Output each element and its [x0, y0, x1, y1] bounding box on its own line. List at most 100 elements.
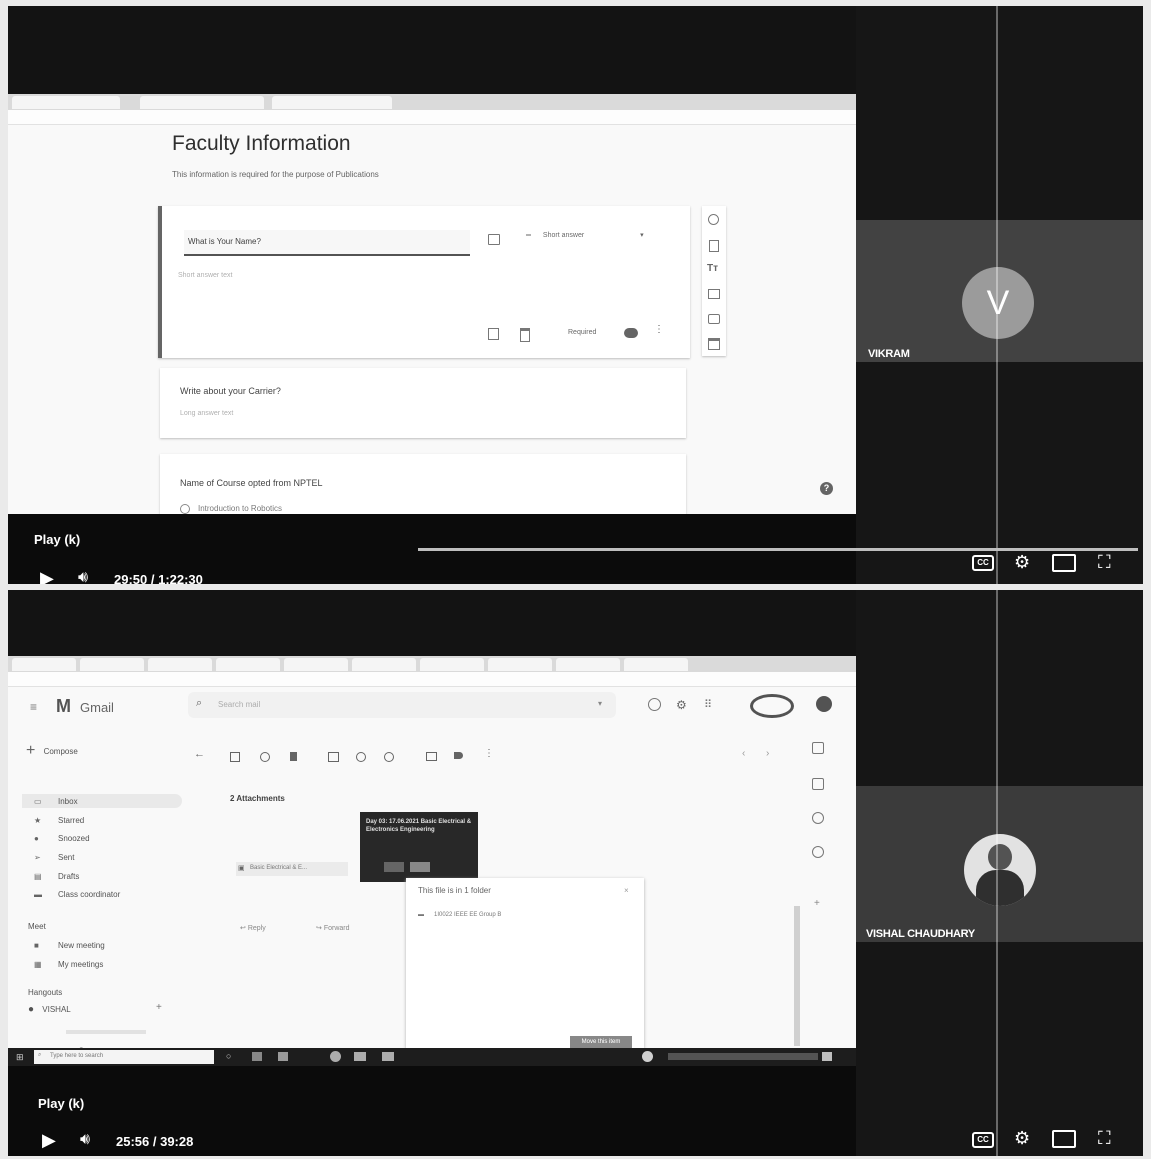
report-spam-icon[interactable]	[260, 752, 270, 762]
my-meetings-link[interactable]: ▦ My meetings	[34, 960, 103, 969]
gear-icon[interactable]: ⚙	[676, 698, 687, 712]
search-bar[interactable]: ⌕ Search mail ▾	[188, 692, 616, 718]
sidebar-item-sent[interactable]: ➢ Sent	[34, 853, 74, 862]
archive-icon[interactable]	[230, 752, 240, 762]
browser-tab[interactable]	[12, 658, 76, 671]
browser-tab[interactable]	[556, 658, 620, 671]
browser-tab-forms[interactable]	[140, 96, 264, 109]
play-icon[interactable]: ▶	[40, 568, 54, 584]
windows-start-icon[interactable]: ⊞	[16, 1052, 24, 1063]
account-logo[interactable]	[750, 694, 794, 718]
url-field[interactable]	[68, 674, 488, 684]
help-icon[interactable]: ?	[820, 482, 833, 495]
taskbar-app-icon[interactable]	[278, 1052, 288, 1061]
tasks-icon[interactable]	[812, 812, 824, 824]
keep-icon[interactable]	[812, 778, 824, 790]
add-image-icon[interactable]	[708, 289, 720, 299]
sidebar-item-snoozed[interactable]: ● Snoozed	[34, 834, 90, 843]
scrollbar[interactable]	[794, 906, 800, 1046]
play-icon[interactable]: ▶	[42, 1130, 56, 1150]
avatar[interactable]	[816, 696, 832, 712]
folder-item[interactable]: ▬ 1I0022 IEEE EE Group B	[418, 912, 501, 918]
add-section-icon[interactable]	[708, 338, 720, 350]
url-field[interactable]	[78, 112, 498, 122]
attachment-chip[interactable]: ▣ Basic Electrical & E...	[236, 862, 348, 876]
trash-icon[interactable]	[520, 328, 530, 342]
close-icon[interactable]: ×	[624, 886, 629, 895]
browser-tab[interactable]	[284, 658, 348, 671]
required-toggle[interactable]	[624, 328, 638, 338]
contacts-icon[interactable]	[812, 846, 824, 858]
sidebar-item-starred[interactable]: ★ Starred	[34, 816, 84, 825]
miniplayer-icon[interactable]	[1052, 554, 1076, 572]
calendar-icon[interactable]	[812, 742, 824, 754]
tray-icon[interactable]	[642, 1051, 653, 1062]
radio-option[interactable]: Introduction to Robotics	[180, 504, 282, 514]
volume-icon[interactable]: 🔊︎	[78, 568, 88, 584]
captions-icon[interactable]: CC	[972, 555, 994, 571]
question-title-field[interactable]: What is Your Name?	[184, 230, 470, 256]
add-video-icon[interactable]	[708, 314, 720, 324]
taskbar-app-icon[interactable]	[354, 1052, 366, 1061]
older-icon[interactable]: ‹	[742, 748, 745, 759]
browser-tab[interactable]	[352, 658, 416, 671]
label-as-icon[interactable]	[454, 752, 463, 759]
hangouts-user[interactable]: ● VISHAL	[28, 1004, 71, 1015]
question-card-active[interactable]: What is Your Name? ═ Short answer ▾ Shor…	[158, 206, 690, 358]
search-options-icon[interactable]: ▾	[598, 699, 602, 708]
question-card[interactable]: Write about your Carrier? Long answer te…	[160, 368, 686, 438]
add-contact-icon[interactable]: +	[156, 1002, 162, 1013]
more-vert-icon[interactable]: ⋮	[484, 748, 494, 759]
add-title-icon[interactable]: Tт	[707, 263, 718, 274]
reply-button[interactable]: ↩ Reply	[240, 924, 266, 932]
browser-tab[interactable]	[488, 658, 552, 671]
browser-tab[interactable]	[80, 658, 144, 671]
support-icon[interactable]	[648, 698, 661, 711]
back-arrow-icon[interactable]: ←	[194, 748, 205, 760]
captions-icon[interactable]: CC	[972, 1132, 994, 1148]
add-addon-icon[interactable]: +	[814, 898, 820, 909]
snooze-icon[interactable]	[356, 752, 366, 762]
taskbar-app-icon[interactable]	[382, 1052, 394, 1061]
task-view-icon[interactable]: ○	[226, 1051, 231, 1061]
settings-icon[interactable]: ⚙	[1014, 1128, 1030, 1148]
mark-unread-icon[interactable]	[328, 752, 339, 762]
image-icon[interactable]	[488, 234, 500, 245]
fullscreen-icon[interactable]: ⛶	[1098, 552, 1111, 572]
question-card[interactable]: Name of Course opted from NPTEL Introduc…	[160, 454, 686, 514]
duplicate-icon[interactable]	[488, 328, 499, 340]
video-player-1[interactable]: V VIKRAM Faculty Information This inform…	[8, 6, 1143, 584]
new-meeting-link[interactable]: ■ New meeting	[34, 941, 105, 950]
newer-icon[interactable]: ›	[766, 748, 769, 759]
move-item-button[interactable]: Move this item	[570, 1036, 632, 1048]
browser-tab[interactable]	[148, 658, 212, 671]
browser-tab[interactable]	[272, 96, 392, 109]
browser-tab[interactable]	[420, 658, 484, 671]
compose-button[interactable]: + Compose	[26, 742, 78, 760]
forward-button[interactable]: ↪ Forward	[316, 924, 350, 932]
miniplayer-icon[interactable]	[1052, 1130, 1076, 1148]
taskbar-search[interactable]: ⌕ Type here to search	[34, 1050, 214, 1064]
chrome-icon[interactable]	[330, 1051, 341, 1062]
sidebar-item-inbox[interactable]: ▭ Inbox	[34, 797, 78, 806]
import-questions-icon[interactable]	[709, 240, 719, 252]
settings-icon[interactable]: ⚙	[1014, 552, 1030, 572]
add-task-icon[interactable]	[384, 752, 394, 762]
move-to-icon[interactable]	[426, 752, 437, 761]
browser-tab[interactable]	[12, 96, 120, 109]
fullscreen-icon[interactable]: ⛶	[1098, 1128, 1111, 1148]
sidebar-item-class-coordinator[interactable]: ▬ Class coordinator	[34, 890, 120, 899]
apps-grid-icon[interactable]: ⠿	[704, 698, 712, 711]
delete-icon[interactable]	[290, 752, 297, 761]
attachment-thumbnail[interactable]: Day 03: 17.06.2021 Basic Electrical & El…	[360, 812, 478, 882]
browser-tab[interactable]	[624, 658, 688, 671]
main-menu-icon[interactable]: ≡	[30, 700, 37, 714]
volume-icon[interactable]: 🔊︎	[80, 1130, 90, 1150]
add-question-icon[interactable]	[708, 214, 719, 225]
browser-tab[interactable]	[216, 658, 280, 671]
taskbar-app-icon[interactable]	[252, 1052, 262, 1061]
sidebar-item-drafts[interactable]: ▤ Drafts	[34, 872, 79, 881]
video-player-2[interactable]: VISHAL CHAUDHARY ≡ M Gmail ⌕ Search mail…	[8, 590, 1143, 1156]
question-type-select[interactable]: ═ Short answer ▾	[526, 231, 644, 239]
more-vert-icon[interactable]: ⋮	[654, 324, 664, 335]
